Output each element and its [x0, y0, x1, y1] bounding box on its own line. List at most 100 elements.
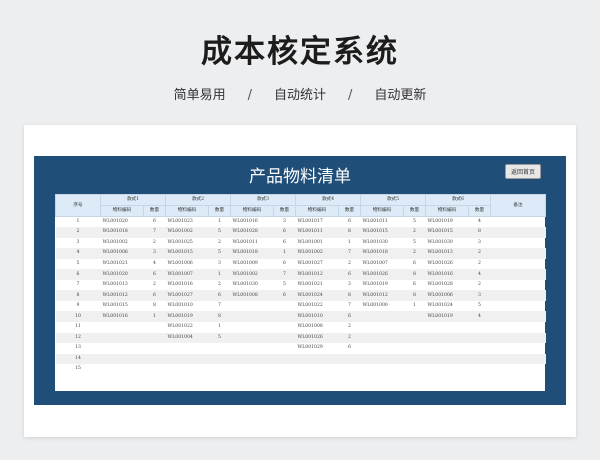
row-index: 3 [76, 239, 80, 245]
remark-cell [490, 311, 546, 322]
table-row: 13 WL001029 6 [56, 343, 546, 354]
quantity-cell: 1 [208, 269, 231, 280]
remark-cell [491, 238, 546, 249]
panel-title: 产品物料清单 [249, 167, 351, 187]
quantity-cell [404, 364, 426, 375]
material-code-cell [231, 364, 274, 375]
table-row: 9 WL001015 8 WL001010 7 WL001022 7 WL001000 1 WL0… [56, 301, 546, 312]
quantity-cell: 7 [143, 227, 166, 238]
tagline-separator: / [247, 88, 252, 103]
material-code-cell [166, 364, 209, 375]
table-row: 11 WL001022 1 WL001008 2 [56, 322, 546, 333]
quantity-cell: 7 [218, 303, 221, 309]
material-code-cell: WL001018 [360, 248, 404, 259]
quantity-cell [274, 322, 296, 333]
material-code-cell [426, 364, 469, 375]
quantity-cell: 5 [208, 332, 231, 344]
material-code-cell [100, 353, 144, 365]
quantity-cell: 2 [338, 332, 361, 344]
material-code-cell: WL001007 [362, 260, 388, 266]
table-row: 4 WL001006 3 WL001015 5 WL001018 1 WL001002 7 WL0… [55, 248, 546, 259]
quantity-cell: 3 [283, 219, 286, 225]
material-code-cell: WL001011 [232, 239, 258, 245]
quantity-cell: 2 [478, 260, 481, 266]
material-code-cell: WL001021 [102, 260, 128, 266]
quantity-cell: 6 [143, 269, 166, 280]
back-home-button[interactable]: 返回首页 [505, 164, 541, 179]
tagline-item-easy: 简单易用 [173, 88, 226, 103]
quantity-cell [469, 322, 491, 333]
quantity-cell: 2 [153, 282, 156, 288]
quantity-cell: 6 [338, 311, 361, 322]
material-code-cell: WL001024 [295, 290, 339, 301]
quantity-cell: 1 [273, 248, 296, 259]
material-code-cell [295, 353, 339, 365]
header-material-code: 物料编码 [165, 205, 209, 217]
material-code-cell: WL001020 [100, 269, 144, 280]
material-code-cell: WL001013 [102, 282, 128, 288]
material-code-cell [361, 343, 404, 354]
material-code-cell: WL001012 [100, 290, 144, 301]
remark-cell [491, 364, 546, 375]
quantity-cell: 4 [468, 269, 491, 280]
quantity-cell [273, 311, 296, 322]
material-code-cell: WL001009 [232, 260, 258, 266]
quantity-cell [144, 364, 166, 375]
material-code-cell: WL001013 [425, 248, 469, 259]
material-code-cell: WL001022 [167, 324, 193, 330]
header-style: 款式6 [425, 194, 491, 206]
quantity-cell [403, 311, 426, 322]
quantity-cell [143, 332, 166, 344]
remark-cell [490, 248, 546, 259]
material-code-cell: WL001015 [165, 248, 209, 259]
material-code-cell [100, 332, 144, 344]
quantity-cell: 8 [403, 290, 426, 301]
tagline-item-update: 自动更新 [374, 88, 427, 103]
header-material-code: 物料编码 [295, 205, 339, 217]
material-code-cell: WL001023 [167, 219, 193, 225]
table-row: 5 WL001021 4 WL001006 3 WL001009 6 WL001027 2 WL0… [56, 259, 546, 270]
material-code-cell: WL001008 [297, 324, 323, 330]
material-code-cell [230, 332, 274, 344]
table-row: 12 WL001004 5 WL001026 2 [55, 332, 546, 344]
quantity-cell: 1 [143, 311, 166, 322]
page-title: 成本核定系统 [201, 34, 399, 70]
material-code-cell: WL001011 [295, 227, 339, 238]
material-code-cell: WL001026 [295, 332, 339, 344]
material-code-cell: WL001019 [425, 311, 469, 322]
remark-cell [491, 280, 546, 291]
material-code-cell: WL001006 [425, 290, 469, 301]
row-index: 6 [55, 269, 101, 280]
material-code-cell: WL001012 [360, 290, 404, 301]
material-code-cell: WL001019 [362, 282, 388, 288]
material-code-cell [360, 353, 404, 365]
row-index: 9 [76, 303, 80, 309]
material-code-cell: WL001019 [165, 311, 209, 322]
material-code-cell: WL001004 [165, 332, 209, 344]
header-quantity: 数量 [143, 205, 166, 217]
table-row: 1 WL001020 6 WL001023 1 WL001016 3 WL001017 6 WL0… [56, 217, 546, 228]
material-code-cell: WL001001 [297, 239, 323, 245]
quantity-cell: 6 [208, 290, 231, 301]
material-code-cell: WL001027 [297, 260, 323, 266]
quantity-cell: 5 [413, 219, 416, 225]
material-code-cell [425, 353, 469, 365]
row-index: 12 [55, 332, 101, 344]
table-row: 8 WL001012 6 WL001027 6 WL001008 6 WL001024 8 WL0… [55, 290, 546, 301]
row-index: 4 [55, 248, 101, 259]
header-quantity: 数量 [468, 205, 491, 217]
header-remark: 备注 [490, 194, 546, 217]
quantity-cell [469, 364, 491, 375]
header-quantity: 数量 [338, 205, 361, 217]
material-code-cell: WL001030 [427, 239, 453, 245]
header-index: 序号 [55, 194, 101, 217]
quantity-cell [273, 332, 296, 344]
material-code-cell: WL001030 [232, 282, 258, 288]
quantity-cell [208, 353, 231, 365]
material-code-cell: WL001016 [425, 269, 469, 280]
quantity-cell: 8 [338, 227, 361, 238]
quantity-cell [339, 364, 361, 375]
quantity-cell: 6 [283, 260, 286, 266]
table-row: 7 WL001013 2 WL001016 2 WL001030 5 WL001021 3 WL0… [56, 280, 546, 291]
material-code-cell [166, 343, 209, 354]
